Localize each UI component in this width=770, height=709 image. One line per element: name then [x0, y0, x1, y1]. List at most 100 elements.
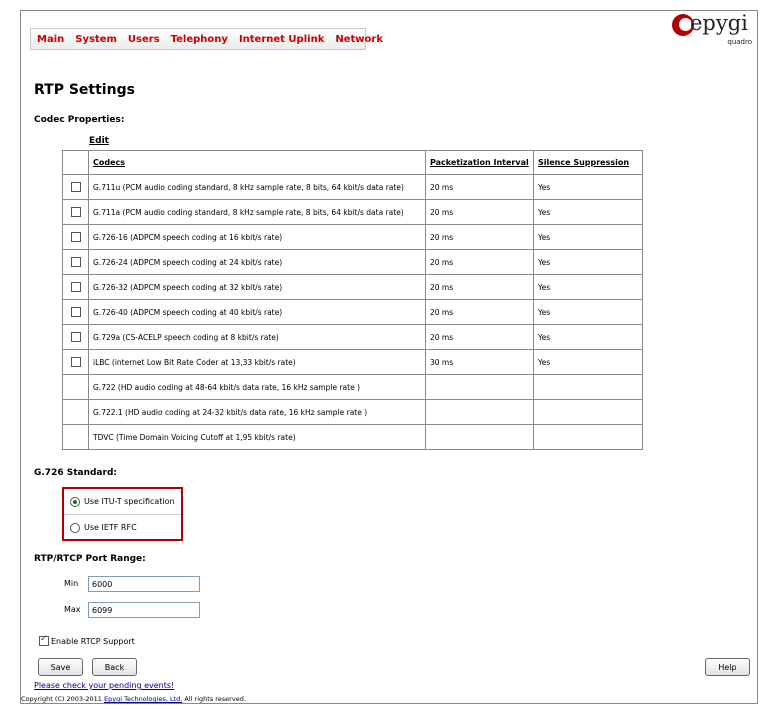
row-checkbox[interactable] [70, 182, 81, 192]
save-button[interactable]: Save [38, 658, 83, 676]
radio-itu-t-label: Use ITU-T specification [84, 497, 175, 506]
silence-suppression-cell: Yes [533, 274, 643, 300]
codec-name-cell: iLBC (internet Low Bit Rate Coder at 13,… [88, 349, 426, 375]
row-checkbox[interactable] [70, 207, 81, 217]
silence-suppression-cell: Yes [533, 224, 643, 250]
logo-sub: quadro [727, 38, 752, 46]
rtcp-support-option[interactable]: Enable RTCP Support [39, 634, 135, 646]
table-row: G.711a (PCM audio coding standard, 8 kHz… [62, 199, 643, 225]
codec-table: Codecs Packetization Interval Silence Su… [62, 150, 643, 450]
table-row: G.722.1 (HD audio coding at 24-32 kbit/s… [62, 399, 643, 425]
packetization-interval-cell: 30 ms [425, 349, 534, 375]
silence-suppression-cell: Yes [533, 299, 643, 325]
nav-internet-uplink[interactable]: Internet Uplink [239, 34, 324, 45]
g726-radio-group: Use ITU-T specification Use IETF RFC [62, 487, 183, 541]
row-checkbox[interactable] [70, 282, 81, 292]
table-row: G.729a (CS-ACELP speech coding at 8 kbit… [62, 324, 643, 350]
header-packetization-interval[interactable]: Packetization Interval [425, 150, 534, 175]
packetization-interval-cell: 20 ms [425, 299, 534, 325]
row-select-cell [62, 374, 89, 400]
row-select-cell [62, 324, 89, 350]
min-port-label: Min [64, 579, 79, 588]
max-port-label: Max [64, 605, 81, 614]
header-codecs[interactable]: Codecs [88, 150, 426, 175]
silence-suppression-cell: Yes [533, 199, 643, 225]
codec-name-cell: G.711u (PCM audio coding standard, 8 kHz… [88, 174, 426, 200]
nav-users[interactable]: Users [128, 34, 160, 45]
nav-telephony[interactable]: Telephony [171, 34, 228, 45]
radio-option-ietf-rfc[interactable]: Use IETF RFC [64, 514, 181, 540]
radio-ietf-rfc[interactable] [70, 522, 80, 533]
row-checkbox[interactable] [70, 332, 81, 342]
company-link[interactable]: Epygi Technologies, Ltd. [104, 695, 182, 703]
table-row: G.726-32 (ADPCM speech coding at 32 kbit… [62, 274, 643, 300]
table-row: TDVC (Time Domain Voicing Cutoff at 1,95… [62, 424, 643, 450]
row-checkbox[interactable] [70, 357, 81, 367]
nav-main[interactable]: Main [37, 34, 64, 45]
top-navigation: Main System Users Telephony Internet Upl… [30, 28, 383, 50]
g726-heading: G.726 Standard: [34, 468, 117, 478]
packetization-interval-cell: 20 ms [425, 199, 534, 225]
min-port-input[interactable] [88, 576, 200, 592]
copyright-prefix: Copyright (C) 2003-2011 [21, 695, 102, 703]
packetization-interval-cell: 20 ms [425, 249, 534, 275]
codec-name-cell: G.722.1 (HD audio coding at 24-32 kbit/s… [88, 399, 426, 425]
row-select-cell [62, 274, 89, 300]
packetization-interval-cell: 20 ms [425, 274, 534, 300]
row-select-cell [62, 224, 89, 250]
rtcp-support-label: Enable RTCP Support [51, 636, 135, 646]
row-select-cell [62, 199, 89, 225]
table-row: G.726-40 (ADPCM speech coding at 40 kbit… [62, 299, 643, 325]
page-title: RTP Settings [34, 82, 135, 98]
silence-suppression-cell: Yes [533, 249, 643, 275]
row-select-cell [62, 174, 89, 200]
max-port-input[interactable] [88, 602, 200, 618]
codec-properties-heading: Codec Properties: [34, 115, 125, 125]
header-silence-suppression[interactable]: Silence Suppression [533, 150, 643, 175]
silence-suppression-cell: Yes [533, 174, 643, 200]
edit-link[interactable]: Edit [89, 136, 109, 146]
codec-name-cell: G.726-16 (ADPCM speech coding at 16 kbit… [88, 224, 426, 250]
row-checkbox[interactable] [70, 257, 81, 267]
codec-name-cell: G.726-40 (ADPCM speech coding at 40 kbit… [88, 299, 426, 325]
packetization-interval-cell [425, 399, 534, 425]
codec-name-cell: G.726-32 (ADPCM speech coding at 32 kbit… [88, 274, 426, 300]
port-range-heading: RTP/RTCP Port Range: [34, 554, 146, 564]
packetization-interval-cell: 20 ms [425, 174, 534, 200]
table-row: G.726-16 (ADPCM speech coding at 16 kbit… [62, 224, 643, 250]
nav-system[interactable]: System [75, 34, 117, 45]
packetization-interval-cell: 20 ms [425, 324, 534, 350]
radio-itu-t[interactable] [70, 496, 80, 507]
copyright-suffix: All rights reserved. [184, 695, 246, 703]
silence-suppression-cell [533, 374, 643, 400]
radio-ietf-rfc-label: Use IETF RFC [84, 523, 137, 532]
silence-suppression-cell [533, 399, 643, 425]
logo-word: epygi [690, 11, 748, 35]
back-button[interactable]: Back [92, 658, 137, 676]
table-header-row: Codecs Packetization Interval Silence Su… [62, 150, 643, 175]
table-row: G.711u (PCM audio coding standard, 8 kHz… [62, 174, 643, 200]
table-row: iLBC (internet Low Bit Rate Coder at 13,… [62, 349, 643, 375]
radio-option-itu-t[interactable]: Use ITU-T specification [64, 489, 181, 514]
codec-name-cell: G.722 (HD audio coding at 48-64 kbit/s d… [88, 374, 426, 400]
row-select-cell [62, 399, 89, 425]
epygi-logo: epygi quadro [672, 11, 756, 46]
codec-name-cell: G.729a (CS-ACELP speech coding at 8 kbit… [88, 324, 426, 350]
silence-suppression-cell [533, 424, 643, 450]
copyright: Copyright (C) 2003-2011 Epygi Technologi… [21, 695, 246, 703]
codec-name-cell: G.726-24 (ADPCM speech coding at 24 kbit… [88, 249, 426, 275]
rtcp-support-checkbox[interactable] [39, 634, 49, 646]
row-checkbox[interactable] [70, 232, 81, 242]
help-button[interactable]: Help [705, 658, 750, 676]
row-select-cell [62, 249, 89, 275]
codec-name-cell: G.711a (PCM audio coding standard, 8 kHz… [88, 199, 426, 225]
packetization-interval-cell: 20 ms [425, 224, 534, 250]
table-row: G.722 (HD audio coding at 48-64 kbit/s d… [62, 374, 643, 400]
nav-network[interactable]: Network [335, 34, 383, 45]
header-select [62, 150, 89, 175]
codec-table-body: G.711u (PCM audio coding standard, 8 kHz… [62, 174, 643, 450]
silence-suppression-cell: Yes [533, 349, 643, 375]
pending-events-link[interactable]: Please check your pending events! [34, 681, 174, 690]
packetization-interval-cell [425, 424, 534, 450]
row-checkbox[interactable] [70, 307, 81, 317]
